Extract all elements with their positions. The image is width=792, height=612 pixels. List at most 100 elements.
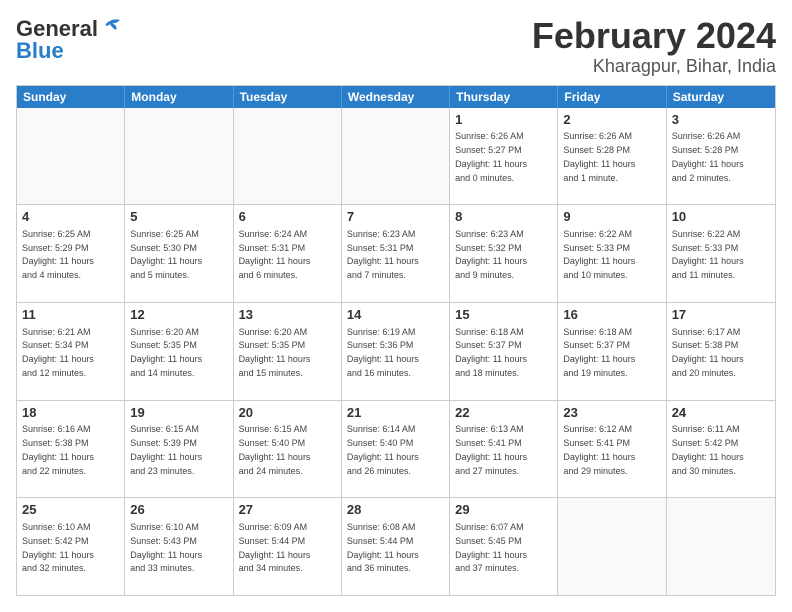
calendar-day-23: 23Sunrise: 6:12 AMSunset: 5:41 PMDayligh… <box>558 401 666 498</box>
day-info-text: Sunrise: 6:16 AM <box>22 424 91 434</box>
day-info-text: Daylight: 11 hours <box>130 354 202 364</box>
month-title: February 2024 <box>532 16 776 56</box>
day-info-text: Sunrise: 6:24 AM <box>239 229 308 239</box>
day-info-text: Sunrise: 6:20 AM <box>239 327 308 337</box>
calendar-day-17: 17Sunrise: 6:17 AMSunset: 5:38 PMDayligh… <box>667 303 775 400</box>
day-info-text: Daylight: 11 hours <box>347 256 419 266</box>
logo: General Blue <box>16 16 122 64</box>
calendar-day-13: 13 Sunrise: 6:20 AM Sunset: 5:35 PM Dayligh… <box>234 303 342 400</box>
day-info-text: Daylight: 11 hours <box>455 452 527 462</box>
day-info-text: and 10 minutes. <box>563 270 627 280</box>
day-info-text: and 18 minutes. <box>455 368 519 378</box>
day-info-text: Sunrise: 6:11 AM <box>672 424 740 434</box>
page: General Blue February 2024 Kharagpur, Bi… <box>0 0 792 612</box>
day-number: 22 <box>455 404 552 422</box>
day-info-text: and 36 minutes. <box>347 563 411 573</box>
day-info-text: Sunset: 5:28 PM <box>672 145 739 155</box>
calendar-day-1: 1Sunrise: 6:26 AMSunset: 5:27 PMDaylight… <box>450 108 558 205</box>
day-info-text: and 34 minutes. <box>239 563 303 573</box>
day-info-text: Sunrise: 6:13 AM <box>455 424 524 434</box>
day-info-text: Daylight: 11 hours <box>563 159 635 169</box>
day-info-text: Sunrise: 6:10 AM <box>130 522 199 532</box>
day-info-text: Sunset: 5:33 PM <box>563 243 630 253</box>
day-info-text: Daylight: 11 hours <box>455 159 527 169</box>
day-info-text: Daylight: 11 hours <box>455 354 527 364</box>
calendar-day-22: 22Sunrise: 6:13 AMSunset: 5:41 PMDayligh… <box>450 401 558 498</box>
day-info-text: Sunset: 5:36 PM <box>347 340 414 350</box>
day-number: 28 <box>347 501 444 519</box>
day-number: 6 <box>239 208 336 226</box>
day-info-text: Sunset: 5:28 PM <box>563 145 630 155</box>
day-info-text: Daylight: 11 hours <box>22 452 94 462</box>
day-info-text: Daylight: 11 hours <box>22 550 94 560</box>
header-day-thursday: Thursday <box>450 86 558 108</box>
day-number: 29 <box>455 501 552 519</box>
day-number: 18 <box>22 404 119 422</box>
calendar-day-25: 25Sunrise: 6:10 AMSunset: 5:42 PMDayligh… <box>17 498 125 595</box>
day-info-text: Sunset: 5:38 PM <box>672 340 739 350</box>
day-info-text: Daylight: 11 hours <box>239 256 311 266</box>
day-info-text: Daylight: 11 hours <box>22 354 94 364</box>
day-info-text: and 29 minutes. <box>563 466 627 476</box>
day-info-text: Sunset: 5:35 PM <box>130 340 197 350</box>
day-info-text: Sunrise: 6:15 AM <box>130 424 199 434</box>
day-info-text: Sunrise: 6:10 AM <box>22 522 91 532</box>
day-number: 11 <box>22 306 119 324</box>
day-info-text: Daylight: 11 hours <box>239 550 311 560</box>
day-info-text: Sunrise: 6:26 AM <box>455 131 524 141</box>
day-number: 5 <box>130 208 227 226</box>
day-info-text: Sunrise: 6:25 AM <box>130 229 199 239</box>
calendar-day-7: 7Sunrise: 6:23 AMSunset: 5:31 PMDaylight… <box>342 205 450 302</box>
day-info-text: Sunset: 5:31 PM <box>239 243 306 253</box>
calendar-empty-cell <box>125 108 233 205</box>
day-info-text: and 26 minutes. <box>347 466 411 476</box>
calendar-header: SundayMondayTuesdayWednesdayThursdayFrid… <box>17 86 775 108</box>
calendar-week-4: 18Sunrise: 6:16 AMSunset: 5:38 PMDayligh… <box>17 400 775 498</box>
day-number: 17 <box>672 306 770 324</box>
calendar-day-12: 12Sunrise: 6:20 AMSunset: 5:35 PMDayligh… <box>125 303 233 400</box>
day-info-text: Daylight: 11 hours <box>672 159 744 169</box>
day-number: 2 <box>563 111 660 129</box>
day-number: 3 <box>672 111 770 129</box>
calendar-day-18: 18Sunrise: 6:16 AMSunset: 5:38 PMDayligh… <box>17 401 125 498</box>
day-info-text: Sunset: 5:44 PM <box>239 536 306 546</box>
calendar: SundayMondayTuesdayWednesdayThursdayFrid… <box>16 85 776 596</box>
day-info-text: and 37 minutes. <box>455 563 519 573</box>
calendar-day-10: 10Sunrise: 6:22 AMSunset: 5:33 PMDayligh… <box>667 205 775 302</box>
day-info-text: Daylight: 11 hours <box>563 354 635 364</box>
day-info-text: Daylight: 11 hours <box>347 452 419 462</box>
day-info-text: Sunset: 5:40 PM <box>239 438 306 448</box>
calendar-day-28: 28Sunrise: 6:08 AMSunset: 5:44 PMDayligh… <box>342 498 450 595</box>
location-title: Kharagpur, Bihar, India <box>532 56 776 77</box>
calendar-day-15: 15Sunrise: 6:18 AMSunset: 5:37 PMDayligh… <box>450 303 558 400</box>
calendar-day-11: 11Sunrise: 6:21 AMSunset: 5:34 PMDayligh… <box>17 303 125 400</box>
day-number: 13 <box>239 306 336 324</box>
day-info-text: and 4 minutes. <box>22 270 81 280</box>
day-info-text: and 0 minutes. <box>455 173 514 183</box>
calendar-day-19: 19Sunrise: 6:15 AMSunset: 5:39 PMDayligh… <box>125 401 233 498</box>
day-info-text: Sunrise: 6:14 AM <box>347 424 416 434</box>
day-info-text: Sunrise: 6:09 AM <box>239 522 308 532</box>
header: General Blue February 2024 Kharagpur, Bi… <box>16 16 776 77</box>
calendar-week-3: 11Sunrise: 6:21 AMSunset: 5:34 PMDayligh… <box>17 302 775 400</box>
day-number: 12 <box>130 306 227 324</box>
day-info-text: Daylight: 11 hours <box>239 354 311 364</box>
day-info-text: Daylight: 11 hours <box>672 452 744 462</box>
day-info-text: and 30 minutes. <box>672 466 736 476</box>
logo-blue: Blue <box>16 38 64 64</box>
header-day-friday: Friday <box>558 86 666 108</box>
day-info-text: and 24 minutes. <box>239 466 303 476</box>
day-info-text: Daylight: 11 hours <box>130 452 202 462</box>
day-info-text: Sunset: 5:35 PM <box>239 340 306 350</box>
calendar-day-5: 5Sunrise: 6:25 AMSunset: 5:30 PMDaylight… <box>125 205 233 302</box>
day-info-text: Daylight: 11 hours <box>130 550 202 560</box>
day-info-text: Sunset: 5:30 PM <box>130 243 197 253</box>
day-info-text: Sunset: 5:42 PM <box>672 438 739 448</box>
day-info-text: and 12 minutes. <box>22 368 86 378</box>
day-info-text: and 32 minutes. <box>22 563 86 573</box>
day-info-text: Sunset: 5:29 PM <box>22 243 89 253</box>
day-info-text: Daylight: 11 hours <box>563 452 635 462</box>
day-info-text: Daylight: 11 hours <box>347 354 419 364</box>
day-number: 20 <box>239 404 336 422</box>
day-info-text: and 20 minutes. <box>672 368 736 378</box>
